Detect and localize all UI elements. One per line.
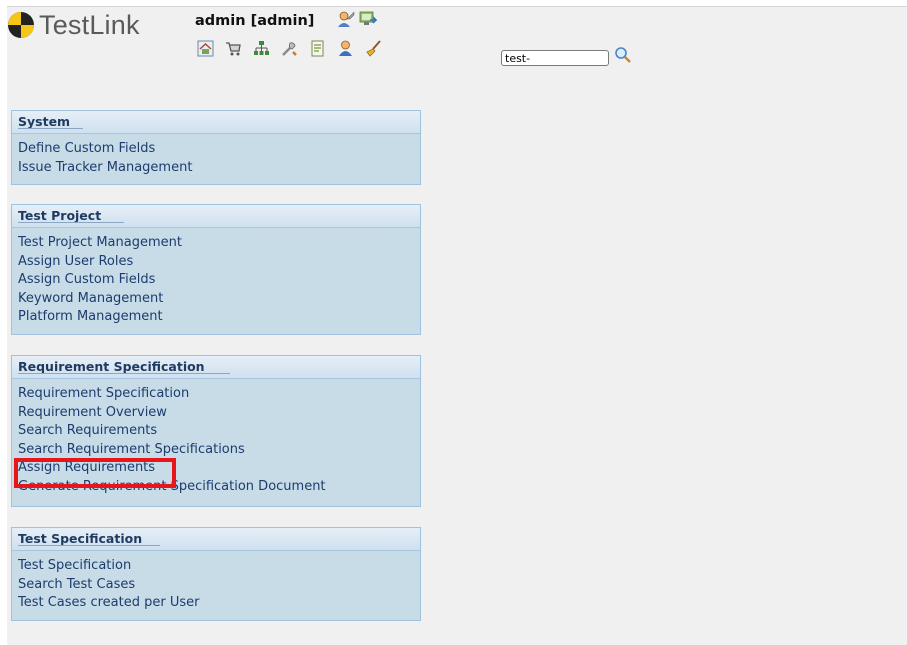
requirement-specification-link[interactable]: Requirement Specification bbox=[18, 385, 420, 404]
requirement-specification-menu-title: Requirement Specification bbox=[18, 359, 205, 374]
test-cases-created-per-user-link[interactable]: Test Cases created per User bbox=[18, 594, 420, 613]
search-test-cases-link[interactable]: Search Test Cases bbox=[18, 576, 420, 595]
user-icon[interactable] bbox=[337, 40, 354, 57]
assign-custom-fields-link[interactable]: Assign Custom Fields bbox=[18, 271, 420, 290]
generate-requirement-specification-document-link[interactable]: Generate Requirement Specification Docum… bbox=[18, 478, 420, 497]
document-icon[interactable] bbox=[309, 40, 326, 57]
platform-management-link[interactable]: Platform Management bbox=[18, 308, 420, 327]
assign-requirements-link[interactable]: Assign Requirements bbox=[18, 459, 420, 478]
shopping-cart-icon[interactable] bbox=[225, 40, 242, 57]
system-menu-title: System bbox=[18, 114, 71, 129]
issue-tracker-management-link[interactable]: Issue Tracker Management bbox=[18, 159, 420, 178]
tools-icon[interactable] bbox=[281, 40, 298, 57]
assign-user-roles-link[interactable]: Assign User Roles bbox=[18, 253, 420, 272]
define-custom-fields-link[interactable]: Define Custom Fields bbox=[18, 140, 420, 159]
tree-structure-icon[interactable] bbox=[253, 40, 270, 57]
user-settings-icon[interactable] bbox=[337, 10, 355, 28]
test-project-menu-title: Test Project bbox=[18, 208, 102, 223]
test-project-menu: Test Project Test Project Management Ass… bbox=[11, 204, 421, 335]
test-project-management-link[interactable]: Test Project Management bbox=[18, 234, 420, 253]
search-requirement-specifications-link[interactable]: Search Requirement Specifications bbox=[18, 441, 420, 460]
test-specification-link[interactable]: Test Specification bbox=[18, 557, 420, 576]
requirement-overview-link[interactable]: Requirement Overview bbox=[18, 404, 420, 423]
app-name: TestLink bbox=[39, 10, 140, 40]
keyword-management-link[interactable]: Keyword Management bbox=[18, 290, 420, 309]
test-specification-menu: Test Specification Test Specification Se… bbox=[11, 527, 421, 621]
logo-icon bbox=[8, 12, 34, 38]
test-specification-menu-title: Test Specification bbox=[18, 531, 143, 546]
logout-icon[interactable] bbox=[359, 10, 378, 28]
home-icon[interactable] bbox=[197, 40, 214, 57]
search-requirements-link[interactable]: Search Requirements bbox=[18, 422, 420, 441]
current-user-label: admin [admin] bbox=[195, 13, 315, 29]
broom-icon[interactable] bbox=[365, 40, 382, 57]
system-menu: System Define Custom Fields Issue Tracke… bbox=[11, 110, 421, 185]
requirement-specification-menu: Requirement Specification Requirement Sp… bbox=[11, 355, 421, 507]
testlink-logo[interactable]: TestLink bbox=[8, 10, 140, 40]
search-input[interactable] bbox=[501, 50, 609, 66]
magnifier-icon[interactable] bbox=[614, 46, 632, 64]
main-toolbar bbox=[197, 40, 382, 57]
